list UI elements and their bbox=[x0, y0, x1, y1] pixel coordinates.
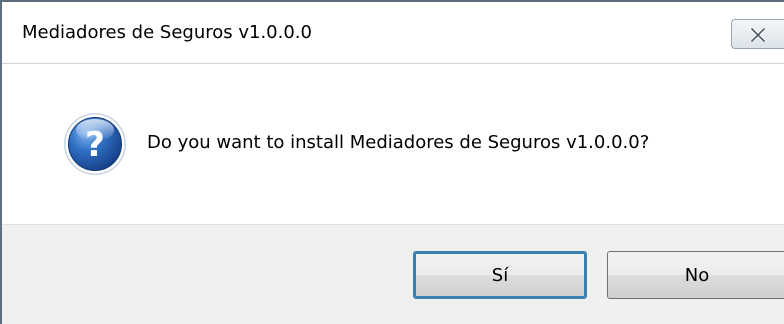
title-bar[interactable]: Mediadores de Seguros v1.0.0.0 bbox=[2, 2, 784, 64]
window-title: Mediadores de Seguros v1.0.0.0 bbox=[22, 22, 312, 43]
yes-button[interactable]: Sí bbox=[413, 251, 587, 299]
dialog-message: Do you want to install Mediadores de Seg… bbox=[147, 132, 650, 153]
dialog-content: ? Do you want to install Mediadores de S… bbox=[2, 64, 784, 224]
close-icon bbox=[750, 28, 766, 42]
close-button[interactable] bbox=[731, 19, 784, 49]
dialog-window: Mediadores de Seguros v1.0.0.0 ? Do you … bbox=[0, 0, 784, 324]
svg-text:?: ? bbox=[85, 125, 105, 165]
question-icon: ? bbox=[64, 113, 126, 175]
button-bar: Sí No bbox=[2, 224, 784, 324]
no-button[interactable]: No bbox=[607, 251, 784, 299]
